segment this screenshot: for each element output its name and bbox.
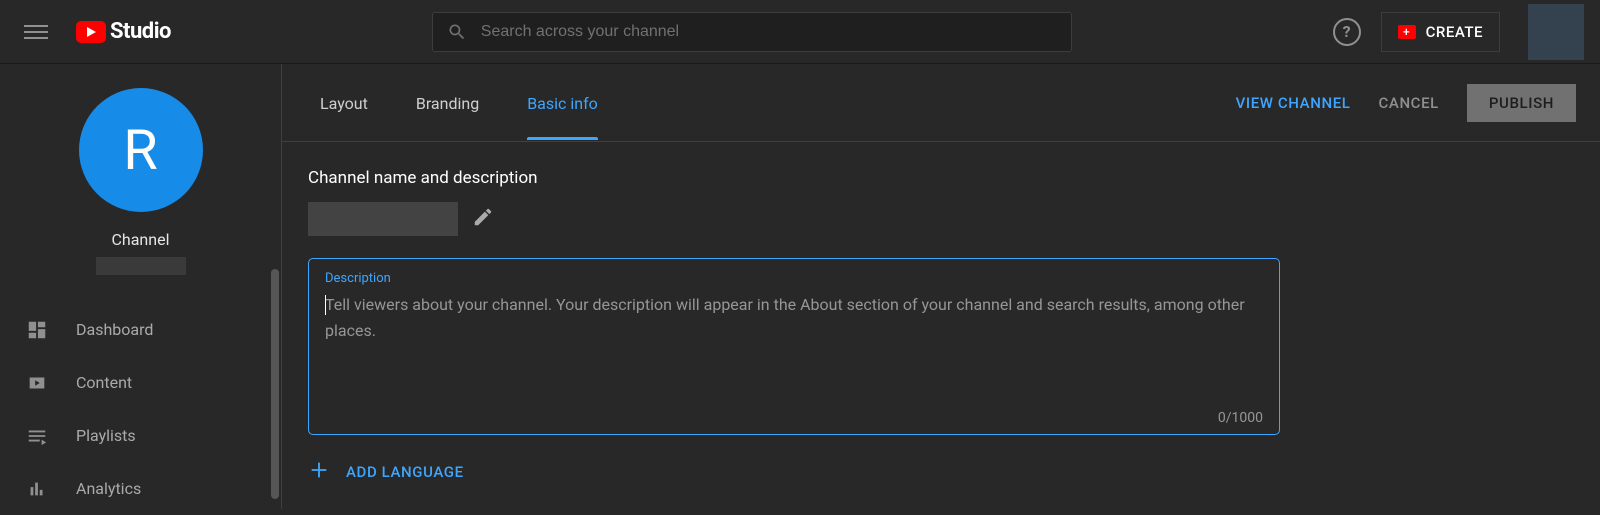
account-avatar[interactable] [1528, 4, 1584, 60]
create-button-label: CREATE [1426, 23, 1483, 41]
sidebar-item-label: Content [76, 373, 132, 392]
search-container[interactable] [432, 12, 1072, 52]
sidebar-item-analytics[interactable]: Analytics [0, 462, 281, 515]
add-language-label: ADD LANGUAGE [346, 463, 464, 481]
sidebar-item-label: Analytics [76, 479, 141, 498]
description-label: Description [325, 271, 1263, 286]
tab-basic-info[interactable]: Basic info [527, 66, 598, 139]
sidebar-item-label: Dashboard [76, 320, 153, 339]
sidebar-item-playlists[interactable]: Playlists [0, 409, 281, 462]
section-title: Channel name and description [308, 168, 1560, 188]
edit-pencil-icon[interactable] [472, 206, 494, 232]
sidebar-scrollbar[interactable] [271, 269, 279, 499]
text-caret [325, 295, 326, 315]
analytics-icon [26, 478, 48, 500]
sidebar-item-label: Playlists [76, 426, 136, 445]
channel-avatar[interactable]: R [79, 88, 203, 212]
youtube-play-icon [76, 21, 106, 43]
tab-branding[interactable]: Branding [416, 66, 479, 139]
sidebar-item-dashboard[interactable]: Dashboard [0, 303, 281, 356]
tab-layout[interactable]: Layout [320, 66, 368, 139]
main-content: Layout Branding Basic info VIEW CHANNEL … [282, 64, 1600, 509]
plus-icon [308, 459, 330, 485]
channel-name-redacted [96, 257, 186, 275]
sidebar: R Channel Dashboard Content Playlists [0, 64, 282, 509]
sidebar-item-content[interactable]: Content [0, 356, 281, 409]
search-input[interactable] [481, 23, 1057, 41]
help-icon[interactable]: ? [1333, 18, 1361, 46]
hamburger-menu-icon[interactable] [24, 20, 48, 44]
view-channel-button[interactable]: VIEW CHANNEL [1236, 94, 1351, 112]
description-field[interactable]: Description 0/1000 [308, 258, 1280, 435]
logo-text: Studio [110, 19, 171, 44]
cancel-button[interactable]: CANCEL [1379, 94, 1439, 112]
publish-button[interactable]: PUBLISH [1467, 84, 1576, 122]
add-language-button[interactable]: ADD LANGUAGE [308, 459, 1560, 485]
dashboard-icon [26, 319, 48, 341]
description-counter: 0/1000 [325, 410, 1263, 426]
content-icon [26, 372, 48, 394]
playlists-icon [26, 425, 48, 447]
description-textarea[interactable] [325, 292, 1263, 402]
channel-name-field-redacted [308, 202, 458, 236]
top-bar: Studio ? CREATE [0, 0, 1600, 64]
channel-label: Channel [0, 230, 281, 249]
search-icon [447, 22, 467, 42]
tab-bar: Layout Branding Basic info VIEW CHANNEL … [282, 64, 1600, 142]
create-button[interactable]: CREATE [1381, 12, 1500, 52]
create-camera-icon [1398, 25, 1416, 39]
youtube-studio-logo[interactable]: Studio [76, 19, 171, 44]
